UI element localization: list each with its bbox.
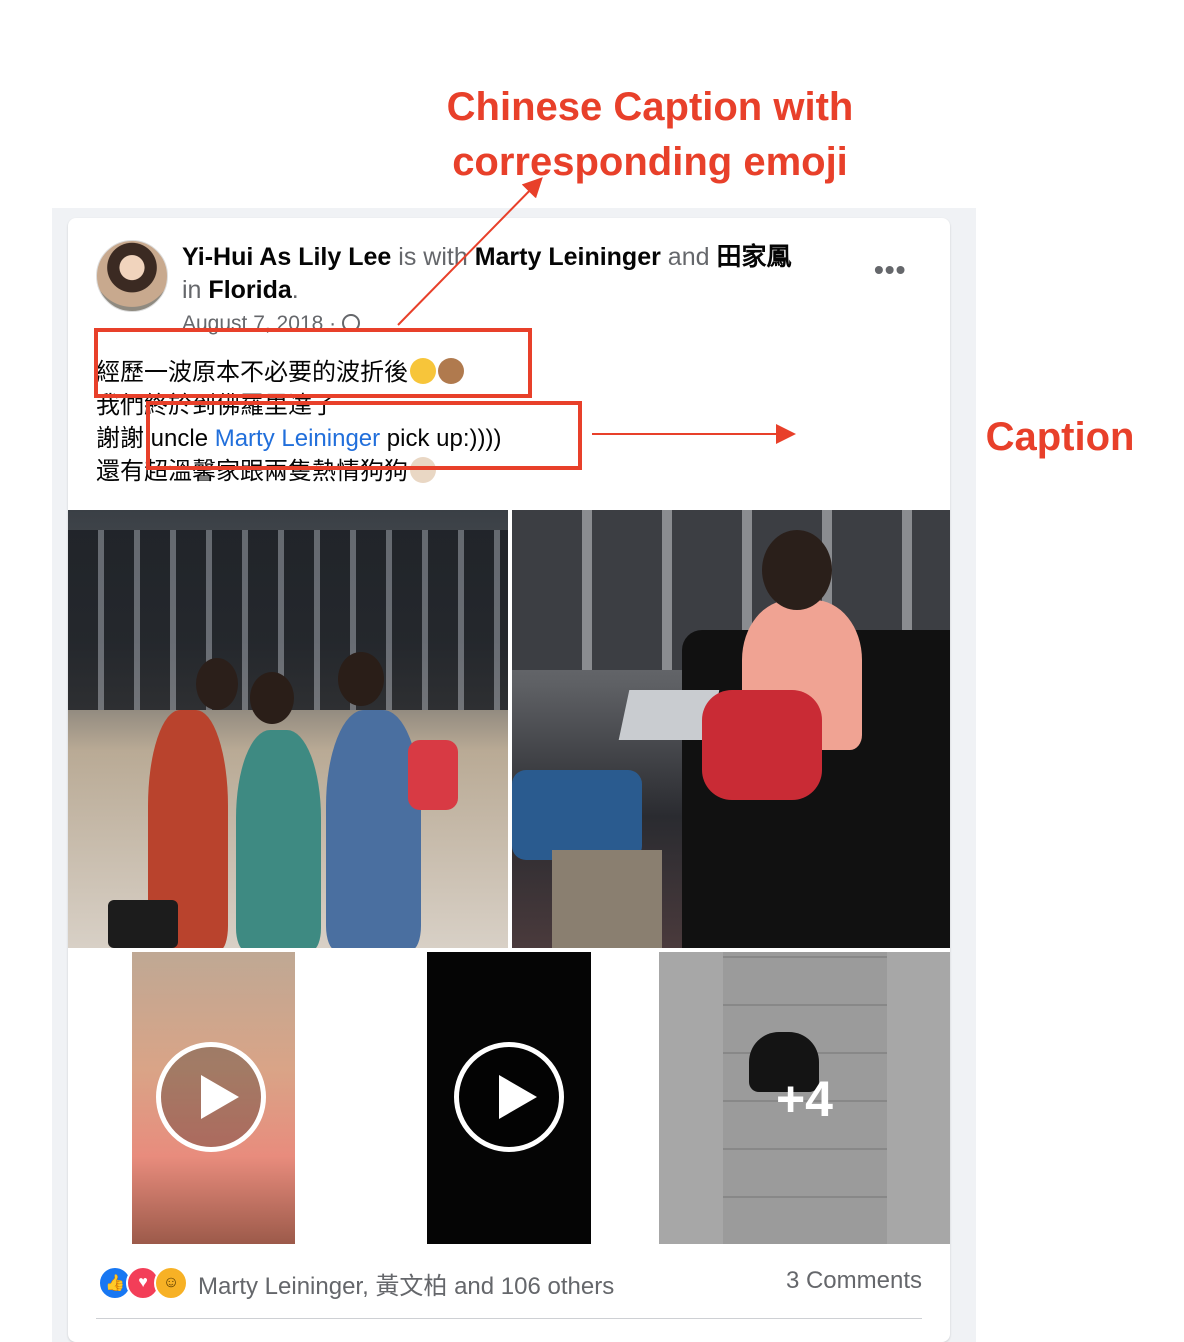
photo-dog-more[interactable]: +4 bbox=[659, 952, 950, 1244]
person-left-head bbox=[196, 658, 238, 710]
person-right-head bbox=[338, 652, 384, 706]
and-text: and bbox=[667, 243, 710, 271]
tagged-friend-1[interactable]: Marty Leininger bbox=[475, 243, 661, 271]
red-backpack bbox=[408, 740, 458, 810]
shopping-bag bbox=[552, 850, 662, 948]
avatar[interactable] bbox=[96, 240, 168, 312]
comments-count[interactable]: 3 Comments bbox=[786, 1267, 922, 1295]
post-header-line-1: Yi-Hui As Lily Lee is with Marty Leining… bbox=[182, 240, 791, 274]
seated-person-head bbox=[762, 530, 832, 610]
person-middle bbox=[236, 730, 321, 948]
floor-bag bbox=[512, 770, 642, 860]
play-icon[interactable] bbox=[454, 1042, 564, 1152]
reactions-row[interactable]: 👍 ♥ ☺ Marty Leininger, 黃文柏 and 106 other… bbox=[98, 1266, 614, 1300]
caption-line-3-prefix: 謝謝 bbox=[96, 424, 144, 452]
tagged-friend-2[interactable]: 田家鳳 bbox=[716, 243, 791, 271]
haha-icon: ☺ bbox=[154, 1266, 188, 1300]
reactions-summary[interactable]: Marty Leininger, 黃文柏 and 106 others bbox=[198, 1266, 614, 1301]
location-link[interactable]: Florida bbox=[208, 276, 291, 304]
chinese-caption-annotation: Chinese Caption with corresponding emoji bbox=[446, 85, 854, 184]
in-text: in bbox=[182, 276, 202, 304]
more-options-button[interactable]: ••• bbox=[874, 254, 906, 286]
more-photos-count: +4 bbox=[775, 1071, 833, 1127]
photo-airport-seat[interactable] bbox=[512, 510, 950, 948]
chinese-caption-highlight-box bbox=[94, 328, 532, 398]
red-backpack-2 bbox=[702, 690, 822, 800]
divider bbox=[96, 1318, 922, 1319]
period-text: . bbox=[291, 276, 299, 304]
person-right bbox=[326, 710, 421, 948]
photo-airport-group[interactable] bbox=[68, 510, 508, 948]
video-thumbnail-dark[interactable] bbox=[363, 952, 655, 1244]
is-with-text: is with bbox=[398, 243, 468, 271]
video-thumbnail-selfie[interactable] bbox=[68, 952, 359, 1244]
post-header-line-2: in Florida. bbox=[182, 273, 299, 307]
author-name[interactable]: Yi-Hui As Lily Lee bbox=[182, 243, 391, 271]
suitcase bbox=[108, 900, 178, 948]
play-icon[interactable] bbox=[156, 1042, 266, 1152]
person-middle-head bbox=[250, 672, 294, 724]
english-caption-highlight-box bbox=[146, 401, 582, 470]
